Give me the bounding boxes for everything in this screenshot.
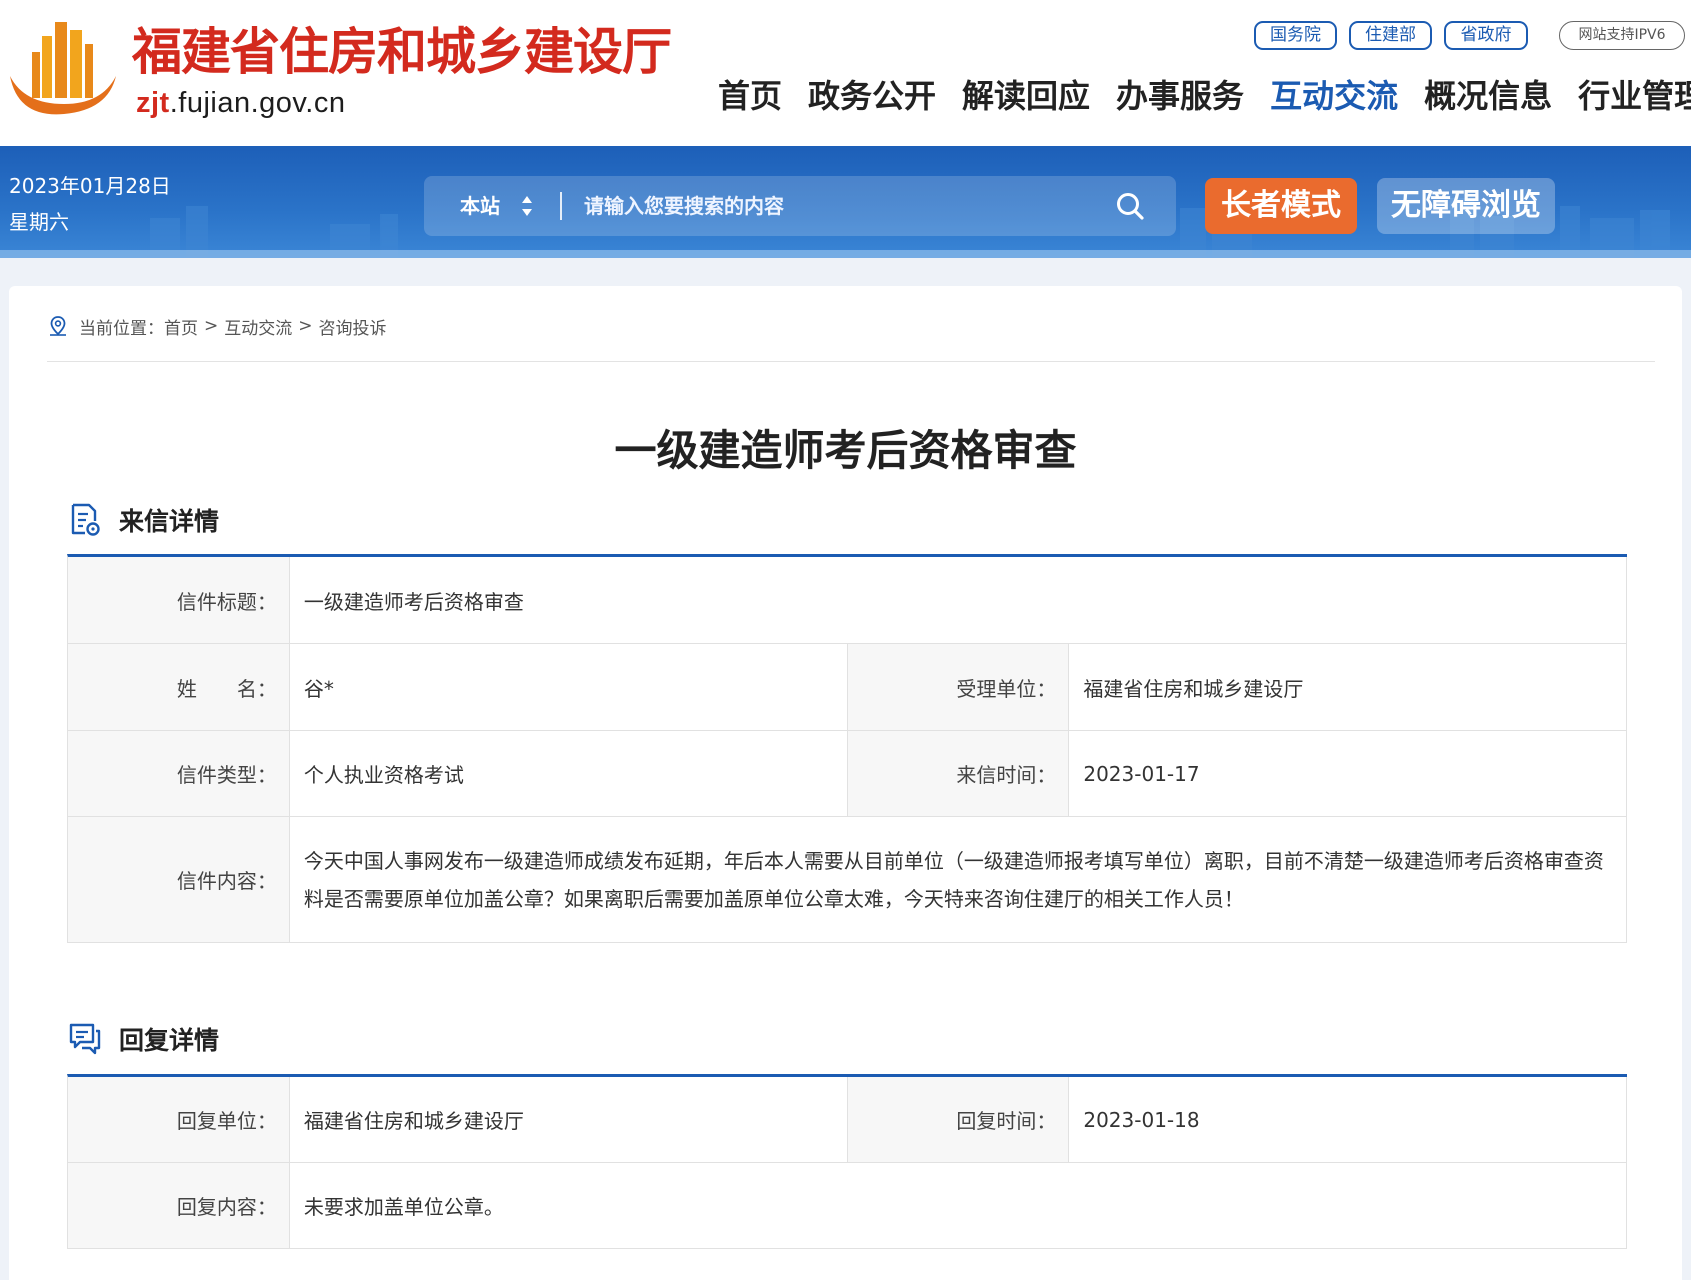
label-content: 信件内容：	[68, 817, 290, 942]
content-card: 当前位置： 首页 > 互动交流 > 咨询投诉 一级建造师考后资格审查 来信详情 …	[9, 286, 1682, 1280]
weekday-text: 星期六	[9, 210, 69, 234]
value-date: 2023-01-17	[1069, 731, 1627, 816]
label-dept: 受理单位：	[847, 644, 1070, 730]
value-content: 今天中国人事网发布一级建造师成绩发布延期，年后本人需要从目前单位（一级建造师报考…	[290, 817, 1627, 942]
table-row: 信件标题： 一级建造师考后资格审查	[68, 557, 1627, 644]
value-reply-content: 未要求加盖单位公章。	[290, 1163, 1627, 1248]
label-reply-dept: 回复单位：	[68, 1077, 290, 1162]
accessible-browse-button[interactable]: 无障碍浏览	[1377, 178, 1555, 234]
table-row: 回复内容： 未要求加盖单位公章。	[68, 1163, 1627, 1249]
value-reply-date: 2023-01-18	[1069, 1077, 1627, 1162]
table-row: 信件类型： 个人执业资格考试 来信时间： 2023-01-17	[68, 731, 1627, 817]
reply-section-header: 回复详情	[67, 1019, 219, 1059]
date-display: 2023年01月28日 星期六	[9, 168, 171, 240]
search-icon	[1117, 193, 1144, 220]
sort-arrows-icon[interactable]	[520, 194, 534, 218]
site-domain-rest: .fujian.gov.cn	[169, 87, 346, 119]
value-subject: 一级建造师考后资格审查	[290, 557, 1627, 643]
breadcrumb-separator: >	[298, 316, 313, 336]
label-name: 姓 名：	[68, 644, 290, 730]
label-reply-content: 回复内容：	[68, 1163, 290, 1248]
nav-industry[interactable]: 行业管理	[1578, 74, 1691, 118]
elder-mode-button[interactable]: 长者模式	[1205, 178, 1357, 234]
breadcrumb-separator: >	[204, 316, 219, 336]
breadcrumb-divider	[47, 361, 1655, 362]
label-type: 信件类型：	[68, 731, 290, 816]
search-button[interactable]	[1110, 188, 1150, 224]
nav-services[interactable]: 办事服务	[1116, 74, 1244, 118]
site-name[interactable]: 福建省住房和城乡建设厅	[132, 22, 672, 82]
value-type: 个人执业资格考试	[290, 731, 848, 816]
breadcrumb-home[interactable]: 首页	[164, 314, 198, 339]
letter-section-header: 来信详情	[67, 500, 219, 540]
main-nav: 首页 政务公开 解读回应 办事服务 互动交流 概况信息 行业管理	[718, 74, 1691, 118]
nav-interpretation[interactable]: 解读回应	[962, 74, 1090, 118]
ipv6-badge: 网站支持IPV6	[1559, 21, 1685, 50]
letter-detail-table: 信件标题： 一级建造师考后资格审查 姓 名： 谷* 受理单位： 福建省住房和城乡…	[67, 554, 1627, 943]
value-reply-dept: 福建省住房和城乡建设厅	[290, 1077, 848, 1162]
table-row: 回复单位： 福建省住房和城乡建设厅 回复时间： 2023-01-18	[68, 1077, 1627, 1163]
breadcrumb-interaction[interactable]: 互动交流	[224, 314, 292, 339]
search-box: 本站	[424, 176, 1176, 236]
letter-doc-icon	[71, 503, 100, 536]
site-domain[interactable]: zjt.fujian.gov.cn	[136, 86, 345, 120]
search-divider	[560, 192, 562, 220]
gov-link-mohurd[interactable]: 住建部	[1349, 21, 1432, 50]
nav-overview[interactable]: 概况信息	[1424, 74, 1552, 118]
date-text: 2023年01月28日	[9, 174, 171, 198]
table-row: 姓 名： 谷* 受理单位： 福建省住房和城乡建设厅	[68, 644, 1627, 731]
search-scope-select[interactable]: 本站	[460, 176, 500, 236]
value-dept: 福建省住房和城乡建设厅	[1069, 644, 1627, 730]
nav-gov-affairs[interactable]: 政务公开	[808, 74, 936, 118]
page-title: 一级建造师考后资格审查	[614, 426, 1077, 475]
breadcrumb-consult[interactable]: 咨询投诉	[319, 314, 387, 339]
table-row: 信件内容： 今天中国人事网发布一级建造师成绩发布延期，年后本人需要从目前单位（一…	[68, 817, 1627, 943]
nav-home[interactable]: 首页	[718, 74, 782, 118]
label-reply-date: 回复时间：	[847, 1077, 1070, 1162]
label-date: 来信时间：	[847, 731, 1070, 816]
site-header: 福建省住房和城乡建设厅 zjt.fujian.gov.cn 国务院 住建部 省政…	[0, 0, 1691, 146]
gov-link-province[interactable]: 省政府	[1444, 21, 1528, 50]
site-domain-prefix: zjt	[136, 87, 170, 119]
breadcrumb-prefix: 当前位置：	[79, 318, 164, 339]
gov-link-state-council[interactable]: 国务院	[1254, 21, 1337, 50]
logo-mark[interactable]	[8, 18, 118, 118]
letter-section-title: 来信详情	[119, 507, 220, 536]
breadcrumb: 当前位置： 首页 > 互动交流 > 咨询投诉	[47, 314, 387, 339]
value-name: 谷*	[290, 644, 848, 730]
nav-interaction[interactable]: 互动交流	[1270, 74, 1398, 118]
reply-chat-icon	[69, 1023, 101, 1055]
location-pin-icon	[50, 316, 66, 336]
reply-section-title: 回复详情	[119, 1026, 220, 1055]
reply-detail-table: 回复单位： 福建省住房和城乡建设厅 回复时间： 2023-01-18 回复内容：…	[67, 1074, 1627, 1249]
search-band: 2023年01月28日 星期六 本站 长者模式 无障碍浏览	[0, 146, 1691, 258]
search-input[interactable]	[584, 188, 1104, 224]
label-subject: 信件标题：	[68, 557, 290, 643]
